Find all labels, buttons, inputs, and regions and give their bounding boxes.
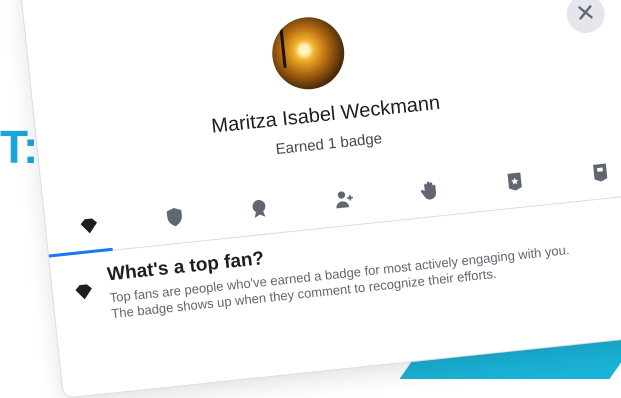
badge-tabs xyxy=(64,150,621,248)
top-fan-icon xyxy=(80,218,98,234)
close-button[interactable]: ✕ xyxy=(564,0,607,35)
new-member-icon xyxy=(336,191,353,209)
top-fan-dialog: ✕ Maritza Isabel Weckmann Earned 1 badge xyxy=(20,0,621,398)
tab-visual-storyteller[interactable] xyxy=(490,161,540,202)
tab-wave[interactable] xyxy=(405,170,455,211)
background-heading: T: xyxy=(0,121,39,173)
wave-icon xyxy=(420,181,436,200)
tab-new-member[interactable] xyxy=(320,179,370,220)
avatar xyxy=(268,13,348,93)
tab-top-fan[interactable] xyxy=(64,206,114,247)
rising-fan-icon xyxy=(252,199,266,218)
tab-shield[interactable] xyxy=(150,197,200,238)
tab-rising-fan[interactable] xyxy=(235,188,285,229)
shield-icon xyxy=(166,208,182,227)
palm-tree-silhouette xyxy=(279,26,299,68)
visual-storyteller-icon xyxy=(507,172,523,191)
tab-conversation-starter[interactable] xyxy=(575,152,621,193)
conversation-starter-icon xyxy=(592,163,608,182)
top-fan-info-icon xyxy=(72,280,96,304)
close-icon: ✕ xyxy=(574,0,598,29)
active-tab-indicator xyxy=(48,247,113,258)
